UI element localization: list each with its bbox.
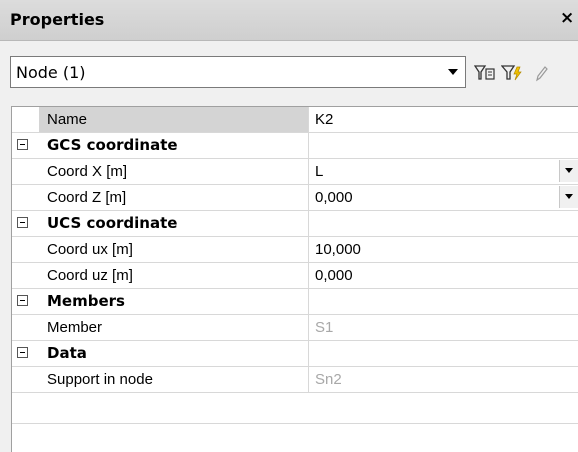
- property-value[interactable]: K2: [309, 107, 578, 132]
- category-row[interactable]: Data: [12, 341, 578, 367]
- collapse-icon[interactable]: [17, 139, 28, 150]
- close-icon[interactable]: ×: [560, 8, 574, 28]
- property-value[interactable]: 0,000: [309, 263, 578, 288]
- property-value: S1: [315, 319, 334, 336]
- property-name: Coord X [m]: [39, 159, 309, 184]
- panel-title: Properties: [10, 10, 105, 29]
- selection-value: Node (1): [16, 63, 86, 82]
- property-row[interactable]: Coord X [m] L: [12, 159, 578, 185]
- panel-titlebar: Properties ×: [0, 0, 578, 41]
- category-label: UCS coordinate: [39, 211, 309, 236]
- edit-pencil-icon[interactable]: [530, 63, 552, 83]
- property-row[interactable]: Member S1: [12, 315, 578, 341]
- property-name: Coord Z [m]: [39, 185, 309, 210]
- property-value: [309, 211, 578, 236]
- property-name: Support in node: [39, 367, 309, 392]
- property-row[interactable]: Support in node Sn2: [12, 367, 578, 393]
- property-value[interactable]: 0,000: [309, 185, 578, 210]
- property-row[interactable]: Name K2: [12, 107, 578, 133]
- property-grid: Name K2 GCS coordinate Coord X [m] L Coord Z …: [11, 106, 578, 452]
- category-label: GCS coordinate: [39, 133, 309, 158]
- property-value: Sn2: [315, 371, 342, 388]
- grid-divider: [12, 423, 578, 424]
- quick-filter-icon[interactable]: [500, 63, 523, 83]
- property-value: [309, 289, 578, 314]
- property-row[interactable]: Coord uz [m] 0,000: [12, 263, 578, 289]
- property-row[interactable]: Coord Z [m] 0,000: [12, 185, 578, 211]
- property-name: Name: [39, 107, 309, 132]
- category-row[interactable]: Members: [12, 289, 578, 315]
- collapse-icon[interactable]: [17, 347, 28, 358]
- category-row[interactable]: GCS coordinate: [12, 133, 578, 159]
- property-name: Member: [39, 315, 309, 340]
- category-label: Members: [39, 289, 309, 314]
- filter-selection-icon[interactable]: [473, 63, 496, 83]
- property-value[interactable]: L: [309, 159, 578, 184]
- property-name: Coord uz [m]: [39, 263, 309, 288]
- dropdown-arrow-icon[interactable]: [445, 65, 461, 79]
- property-value: [309, 341, 578, 366]
- collapse-icon[interactable]: [17, 295, 28, 306]
- property-row[interactable]: Coord ux [m] 10,000: [12, 237, 578, 263]
- value-dropdown-icon[interactable]: [559, 186, 578, 208]
- category-row[interactable]: UCS coordinate: [12, 211, 578, 237]
- collapse-icon[interactable]: [17, 217, 28, 228]
- property-value[interactable]: 10,000: [309, 237, 578, 262]
- property-value: [309, 133, 578, 158]
- category-label: Data: [39, 341, 309, 366]
- property-name: Coord ux [m]: [39, 237, 309, 262]
- properties-panel: Properties × Node (1) Name K2 GCS coordi…: [0, 0, 578, 452]
- value-dropdown-icon[interactable]: [559, 160, 578, 182]
- selection-combobox[interactable]: Node (1): [10, 56, 466, 88]
- selection-row: Node (1): [0, 56, 578, 90]
